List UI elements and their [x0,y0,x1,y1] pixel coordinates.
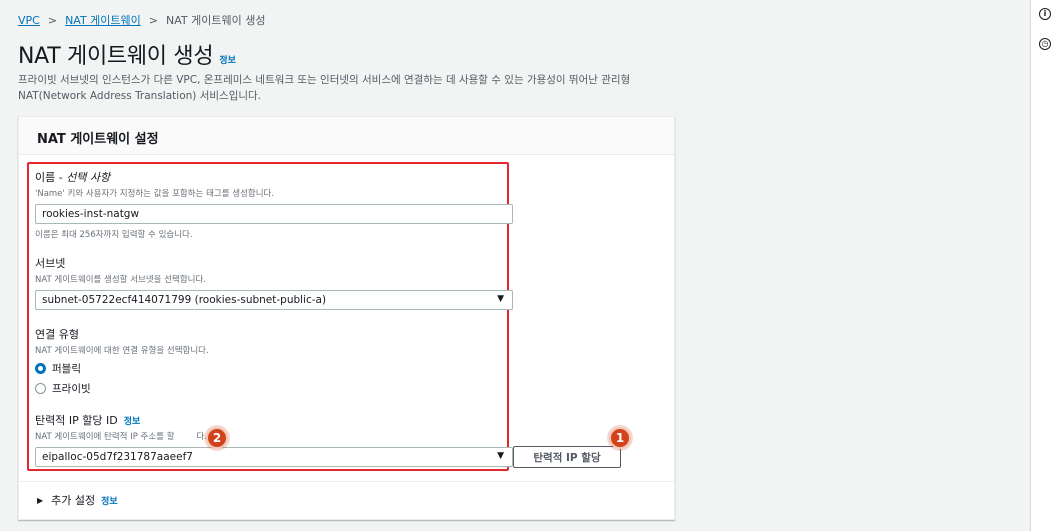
eip-label: 탄력적 IP 할당 ID 정보 [35,414,141,427]
connectivity-label: 연결 유형 [35,328,79,341]
additional-info-link[interactable]: 정보 [101,494,118,507]
eip-select-value: eipalloc-05d7f231787aaeef7 [42,451,193,463]
main-content: VPC > NAT 게이트웨이 > NAT 게이트웨이 생성 NAT 게이트웨이… [0,0,1030,531]
page-info-link[interactable]: 정보 [219,53,236,66]
history-icon[interactable]: ◷ [1039,38,1051,50]
chevron-right-icon: > [148,13,158,27]
eip-select[interactable]: eipalloc-05d7f231787aaeef7 ▼ [35,447,513,467]
subnet-label: 서브넷 [35,257,66,270]
breadcrumb-current: NAT 게이트웨이 생성 [166,14,266,27]
subnet-field: 서브넷 NAT 게이트웨이를 생성할 서브넷을 선택합니다. subnet-05… [35,255,513,310]
radio-private[interactable]: 프라이빗 [35,381,513,396]
name-label: 이름 - 선택 사항 [35,171,111,184]
radio-public[interactable]: 퍼블릭 [35,361,513,376]
annotation-badge-2: 2 [206,427,228,449]
connectivity-field: 연결 유형 NAT 게이트웨이에 대한 연결 유형을 선택합니다. 퍼블릭 프라… [35,326,513,396]
subnet-select-value: subnet-05722ecf414071799 (rookies-subnet… [42,294,327,306]
subnet-select[interactable]: subnet-05722ecf414071799 (rookies-subnet… [35,290,513,310]
eip-info-link[interactable]: 정보 [124,417,141,427]
caret-right-icon: ▶ [37,495,44,505]
chevron-right-icon: > [47,13,58,27]
name-description: 'Name' 키와 사용자가 지정하는 값을 포함하는 태그를 생성합니다. [35,189,275,199]
nat-gateway-settings-panel: NAT 게이트웨이 설정 이름 - 선택 사항 'Name' 키와 사용자가 지… [18,116,675,520]
radio-public-label: 퍼블릭 [52,363,81,375]
allocate-elastic-ip-button[interactable]: 탄력적 IP 할당 [513,446,621,468]
breadcrumb-vpc[interactable]: VPC [18,14,40,27]
title-row: NAT 게이트웨이 생성 정보 [18,38,236,70]
name-input[interactable]: rookies-inst-natgw [35,204,513,224]
annotation-badge-1: 1 [609,427,631,449]
caret-down-icon: ▼ [497,451,504,461]
subnet-description: NAT 게이트웨이를 생성할 서브넷을 선택합니다. [35,275,206,285]
additional-settings-label: 추가 설정 [51,494,96,507]
connectivity-description: NAT 게이트웨이에 대한 연결 유형을 선택합니다. [35,346,209,356]
breadcrumb-nat-gateways[interactable]: NAT 게이트웨이 [65,12,141,28]
eip-description: NAT 게이트웨이에 탄력적 IP 주소를 할 다. [35,432,208,442]
right-toolbar: i ◷ [1030,0,1058,531]
panel-title: NAT 게이트웨이 설정 [19,117,674,155]
name-field: 이름 - 선택 사항 'Name' 키와 사용자가 지정하는 값을 포함하는 태… [35,169,513,240]
page-description: 프라이빗 서브넷의 인스턴스가 다른 VPC, 온프레미스 네트워크 또는 인터… [18,74,631,102]
info-circle-icon[interactable]: i [1039,8,1051,20]
radio-unselected-icon[interactable] [35,383,46,394]
caret-down-icon: ▼ [497,294,504,304]
breadcrumb: VPC > NAT 게이트웨이 > NAT 게이트웨이 생성 [18,12,265,28]
radio-private-label: 프라이빗 [52,383,91,395]
name-hint: 이름은 최대 256자까지 입력할 수 있습니다. [35,230,193,240]
eip-field: 탄력적 IP 할당 ID 정보 NAT 게이트웨이에 탄력적 IP 주소를 할 다.… [35,412,513,467]
divider [19,481,674,482]
additional-settings-toggle[interactable]: ▶ 추가 설정 정보 [37,492,118,508]
page-title: NAT 게이트웨이 생성 [18,44,214,69]
radio-selected-icon[interactable] [35,363,46,374]
